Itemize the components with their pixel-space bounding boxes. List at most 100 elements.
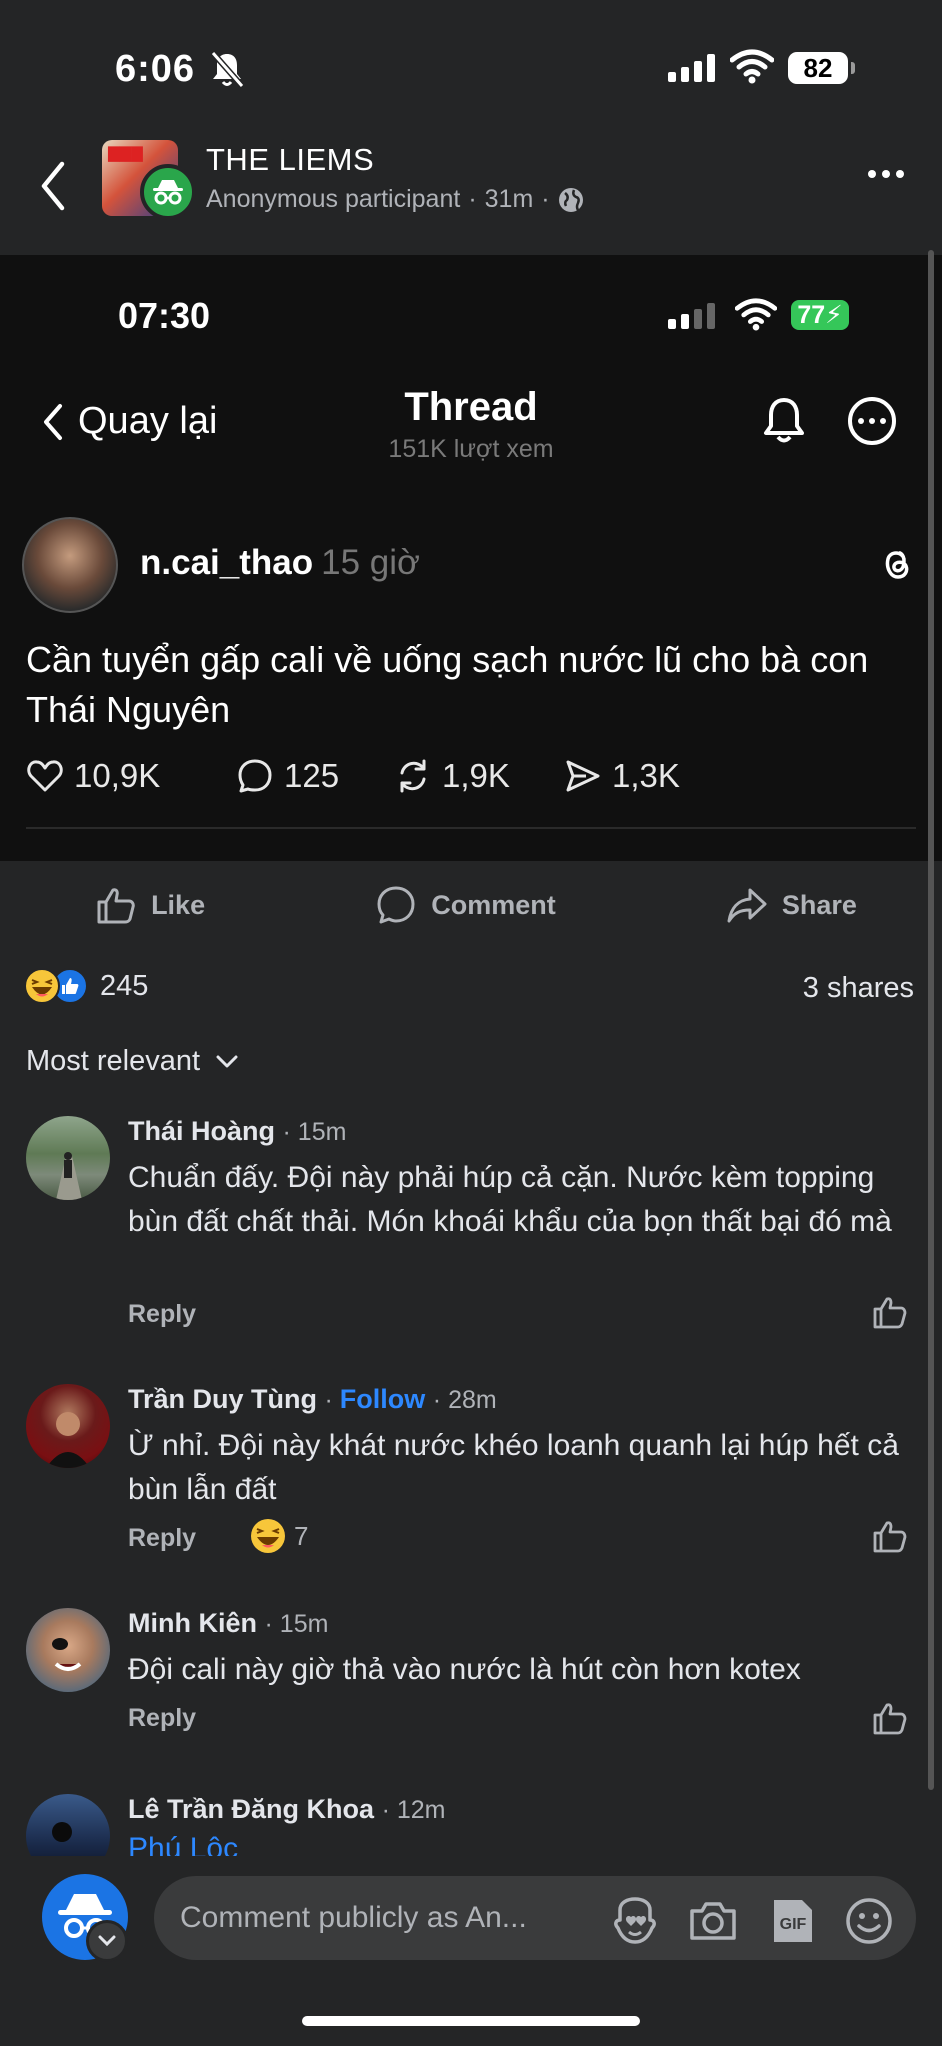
share-button[interactable]: Share [726,884,857,926]
embedded-username-row: n.cai_thao 15 giờ [140,543,420,583]
comment-time: 15m [297,1118,347,1146]
commenter-name-row: Minh Kiên · 15m [128,1608,328,1639]
comment-reactions[interactable]: 7 [250,1518,308,1554]
comment-time-row: · 12m [381,1796,446,1824]
comment-text: Ừ nhỉ. Đội này khát nước khéo loanh quan… [128,1429,899,1506]
reply-bubble-icon [238,759,272,793]
meta-separator: · [541,185,550,213]
bell-off-icon [210,51,244,88]
anonymous-icon [140,164,196,220]
sort-label: Most relevant [26,1045,201,1077]
battery-icon: 82 [788,52,848,84]
group-logo-icon: ▇▇▇ [108,144,143,162]
comment-time: 12m [396,1796,446,1824]
post-meta: Anonymous participant · 31m · [206,185,584,214]
composer-tools: GIF [610,1896,894,1946]
embedded-replies-count: 125 [284,757,340,794]
commenter-name[interactable]: Trần Duy Tùng [128,1384,317,1414]
reactions-summary[interactable]: 245 [24,968,148,1004]
commenter-name[interactable]: Thái Hoàng [128,1116,275,1146]
embedded-user-avatar [22,517,118,613]
commenter-avatar[interactable] [26,1116,110,1200]
embedded-shares-count: 1,3K [612,757,680,794]
comment-time-row: · 15m [282,1118,347,1146]
haha-reaction-icon [251,1519,285,1553]
globe-icon [558,187,583,212]
commenter-name[interactable]: Lê Trần Đăng Khoa [128,1794,374,1824]
comment-button[interactable]: Comment [375,884,556,926]
commenter-avatar[interactable] [26,1608,110,1692]
home-indicator[interactable] [302,2016,640,2026]
embedded-battery-icon: 77⚡ [791,300,849,330]
embedded-divider [26,827,916,829]
comment-composer: GIF [0,1860,942,1970]
comment-time: 15m [279,1610,329,1638]
embedded-signal-icon [668,303,715,329]
reply-button[interactable]: Reply [128,1300,196,1329]
gif-icon[interactable]: GIF [766,1896,816,1946]
shares-count[interactable]: 3 shares [803,972,914,1005]
like-button[interactable]: Like [95,884,205,926]
embedded-username: n.cai_thao [140,543,314,582]
heart-icon [27,760,63,792]
commenter-avatar[interactable] [26,1384,110,1468]
post-image[interactable]: 07:30 77⚡ Quay lại Thread 151K lượt xem … [0,255,942,861]
reaction-count: 245 [100,969,149,1002]
share-arrow-icon [727,888,767,923]
send-icon [566,760,600,792]
embedded-replies: 125 [236,757,394,795]
embedded-wifi-icon [735,298,777,331]
post-time[interactable]: 31m [485,185,534,214]
embedded-stats: 10,9K 125 1,9K 1,3K [26,757,680,795]
reply-button[interactable]: Reply [128,1524,196,1553]
back-icon[interactable] [38,160,68,212]
comment-like-icon[interactable] [872,1294,908,1330]
comment-like-icon[interactable] [872,1518,908,1554]
svg-text:GIF: GIF [780,1916,807,1933]
embedded-bell-icon [764,398,804,443]
reply-button[interactable]: Reply [128,1704,196,1733]
emoji-icon[interactable] [844,1896,894,1946]
meta-separator: · [468,185,477,213]
comment-label: Comment [431,889,556,920]
comment-time: 28m [448,1386,497,1414]
more-options-icon[interactable] [868,170,904,178]
group-name[interactable]: THE LIEMS [206,142,374,178]
comment-text: Chuẩn đấy. Đội này phải húp cả cặn. Nước… [128,1161,892,1238]
like-label: Like [151,889,206,920]
comment-bubble-icon [377,886,415,924]
embedded-time: 07:30 [118,295,211,336]
comment-time-row: · 15m [264,1610,329,1638]
embedded-reposts: 1,9K [394,757,564,795]
chevron-down-icon [216,1055,238,1067]
signal-icon [668,54,715,82]
embedded-more-icon [848,397,896,445]
thumbs-up-icon [97,888,135,924]
identity-switch-button[interactable] [86,1920,128,1962]
commenter-name[interactable]: Minh Kiên [128,1608,257,1638]
status-bar: 6:06 82 [0,0,942,140]
repost-icon [400,759,426,793]
comment-sort-dropdown[interactable]: Most relevant [26,1045,238,1078]
post-header: ▇▇▇ THE LIEMS Anonymous participant · 31… [0,130,942,255]
embedded-shares: 1,3K [564,757,680,795]
follow-button[interactable]: Follow [340,1384,425,1414]
comment-like-icon[interactable] [872,1700,908,1736]
commenter-name-row: Lê Trần Đăng Khoa · 12m [128,1794,445,1825]
commenter-avatar[interactable] [26,1794,110,1856]
status-time: 6:06 [115,48,196,90]
comment-item: Lê Trần Đăng Khoa · 12m Phú Lộc [0,1790,942,1856]
haha-reaction-icon [24,968,60,1004]
camera-icon[interactable] [688,1896,738,1946]
comment-reaction-count: 7 [294,1520,309,1551]
embedded-post-text: Cần tuyển gấp cali về uống sạch nước lũ … [26,639,869,730]
comment-location-tag[interactable]: Phú Lộc [128,1832,238,1856]
post-actions: Like Comment Share [0,870,942,940]
scrollbar[interactable] [928,250,934,1790]
post-author: Anonymous participant [206,185,461,213]
embedded-likes: 10,9K [26,757,236,795]
chevron-down-icon [98,1935,116,1947]
embedded-reposts-count: 1,9K [442,757,510,794]
comment-time-row: · 28m [432,1386,497,1414]
avatar-sticker-icon[interactable] [610,1896,660,1946]
